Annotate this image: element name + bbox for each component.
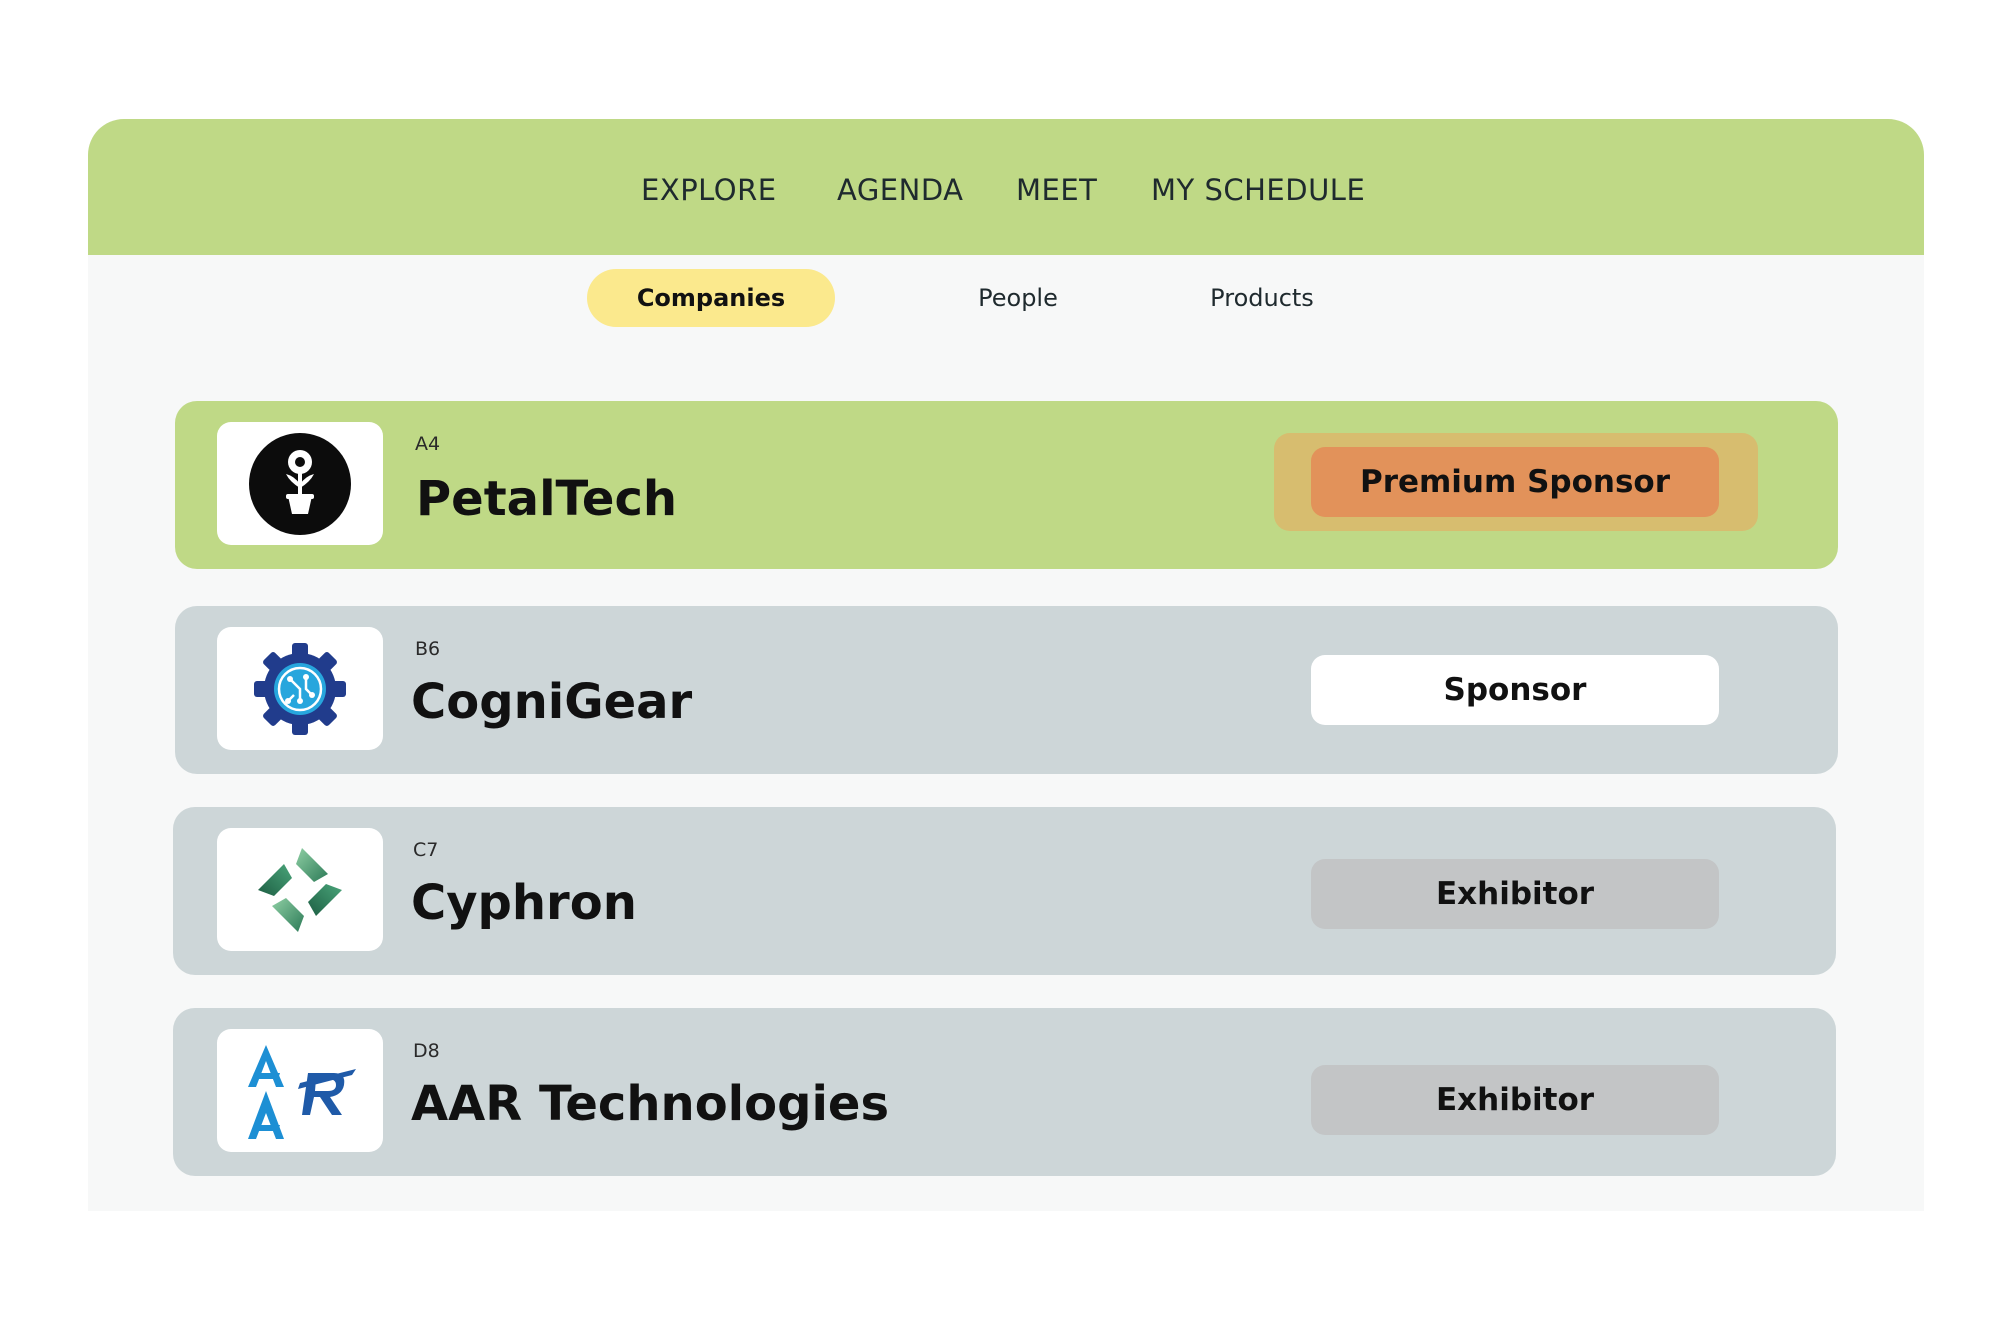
company-row-cognigear[interactable]: B6 CogniGear Sponsor xyxy=(175,606,1838,774)
tier-badge-exhibitor[interactable]: Exhibitor xyxy=(1311,859,1719,929)
booth-number: D8 xyxy=(413,1040,440,1062)
company-name[interactable]: CogniGear xyxy=(411,674,692,730)
flower-pot-icon xyxy=(249,432,351,535)
company-row-cyphron[interactable]: C7 Cyphron Exhibitor xyxy=(173,807,1836,975)
aar-letters-icon xyxy=(248,1044,356,1139)
company-name[interactable]: AAR Technologies xyxy=(411,1076,889,1132)
tab-people[interactable]: People xyxy=(948,269,1088,327)
tier-badge-sponsor[interactable]: Sponsor xyxy=(1311,655,1719,725)
company-logo xyxy=(217,1029,383,1152)
tier-badge-premium-sponsor[interactable]: Premium Sponsor xyxy=(1311,447,1719,517)
company-row-petaltech[interactable]: A4 PetalTech Premium Sponsor xyxy=(175,401,1838,569)
company-logo xyxy=(217,828,383,951)
gear-circuit-icon xyxy=(254,642,346,735)
top-navigation-bar: EXPLORE AGENDA MEET MY SCHEDULE xyxy=(88,119,1924,255)
booth-number: C7 xyxy=(413,839,439,861)
twisted-diamond-icon xyxy=(258,847,342,932)
app-window: EXPLORE AGENDA MEET MY SCHEDULE Companie… xyxy=(88,119,1924,1211)
tab-companies[interactable]: Companies xyxy=(587,269,835,327)
booth-number: B6 xyxy=(415,638,441,660)
company-name[interactable]: Cyphron xyxy=(411,875,637,931)
company-logo xyxy=(217,422,383,545)
tab-products[interactable]: Products xyxy=(1192,269,1332,327)
company-name[interactable]: PetalTech xyxy=(416,471,677,527)
tier-badge-exhibitor[interactable]: Exhibitor xyxy=(1311,1065,1719,1135)
nav-explore[interactable]: EXPLORE xyxy=(641,173,777,207)
company-logo xyxy=(217,627,383,750)
main-nav: EXPLORE AGENDA MEET MY SCHEDULE xyxy=(88,173,1924,213)
booth-number: A4 xyxy=(415,433,441,455)
nav-meet[interactable]: MEET xyxy=(1016,173,1097,207)
company-row-aar-technologies[interactable]: D8 AAR Technologies Exhibitor xyxy=(173,1008,1836,1176)
nav-agenda[interactable]: AGENDA xyxy=(837,173,963,207)
premium-badge-halo: Premium Sponsor xyxy=(1274,433,1758,531)
nav-my-schedule[interactable]: MY SCHEDULE xyxy=(1151,173,1365,207)
